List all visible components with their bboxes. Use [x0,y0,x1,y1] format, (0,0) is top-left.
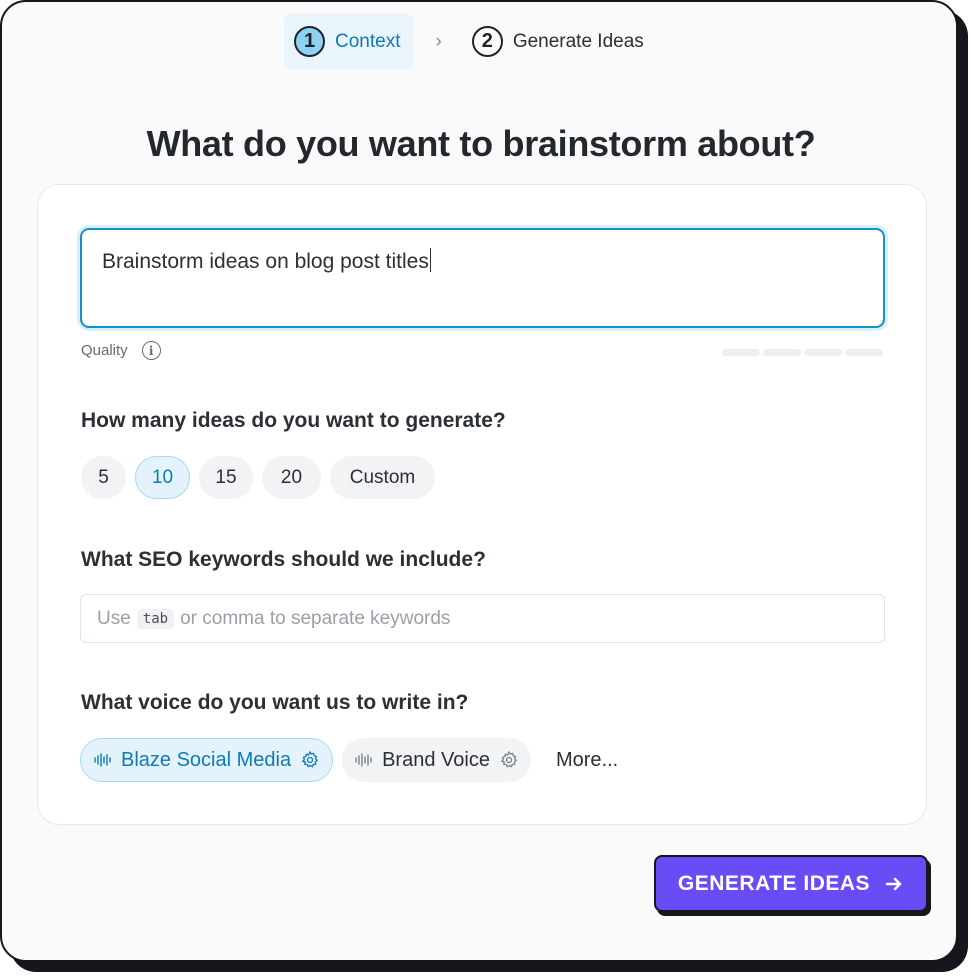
ideas-count-heading: How many ideas do you want to generate? [81,409,506,432]
ideas-count-option-custom[interactable]: Custom [330,456,435,499]
step-number-2: 2 [471,26,503,57]
step-label-context: Context [335,30,401,52]
step-label-generate-ideas: Generate Ideas [512,30,644,52]
info-icon[interactable]: i [141,341,161,360]
voice-option-brand-voice[interactable]: Brand Voice [342,738,531,782]
generate-ideas-label: GENERATE IDEAS [677,871,871,895]
stepper: 1 Context › 2 Generate Ideas [284,14,657,69]
gear-icon[interactable] [300,750,320,770]
waveform-icon [355,753,372,767]
page-title: What do you want to brainstorm about? [146,123,816,164]
more-voices-link[interactable]: More... [556,749,618,772]
keywords-placeholder-start: Use [97,607,131,629]
seo-keywords-input[interactable]: Use tab or comma to separate keywords [80,594,885,643]
quality-meter [722,349,883,356]
brainstorm-form-card: Brainstorm ideas on blog post titles Qua… [37,184,927,825]
waveform-icon [94,753,111,767]
gear-icon[interactable] [499,750,519,770]
text-caret [429,248,431,272]
voice-option-blaze-social-media[interactable]: Blaze Social Media [80,738,334,782]
step-number-1: 1 [294,26,325,57]
ideas-count-options: 5 10 15 20 Custom [81,456,435,499]
ideas-count-option-10[interactable]: 10 [135,456,190,499]
quality-bar-segment [804,349,842,356]
chevron-right-icon: › [435,30,442,52]
arrow-right-icon [885,877,902,890]
voice-heading: What voice do you want us to write in? [81,691,469,714]
generate-ideas-button[interactable]: GENERATE IDEAS [654,855,928,912]
quality-label: Quality [81,342,128,359]
voice-label-blaze-social-media: Blaze Social Media [121,748,292,771]
step-context[interactable]: 1 Context [284,14,414,69]
quality-bar-segment [722,349,760,356]
app-frame: 1 Context › 2 Generate Ideas What do you… [0,0,958,962]
ideas-count-option-5[interactable]: 5 [81,456,126,499]
voice-label-brand-voice: Brand Voice [382,748,490,771]
ideas-count-option-20[interactable]: 20 [262,456,321,499]
keywords-placeholder-end: or comma to separate keywords [180,607,451,629]
step-generate-ideas[interactable]: 2 Generate Ideas [462,14,657,69]
tab-key-hint: tab [136,608,175,629]
quality-bar-segment [763,349,801,356]
seo-keywords-heading: What SEO keywords should we include? [81,548,486,571]
quality-bar-segment [845,349,883,356]
brainstorm-prompt-input[interactable]: Brainstorm ideas on blog post titles [80,228,885,328]
voice-options: Blaze Social Media Brand Voice More... [80,738,618,782]
prompt-text: Brainstorm ideas on blog post titles [102,250,429,273]
ideas-count-option-15[interactable]: 15 [199,456,253,499]
quality-indicator: Quality i [81,341,161,360]
